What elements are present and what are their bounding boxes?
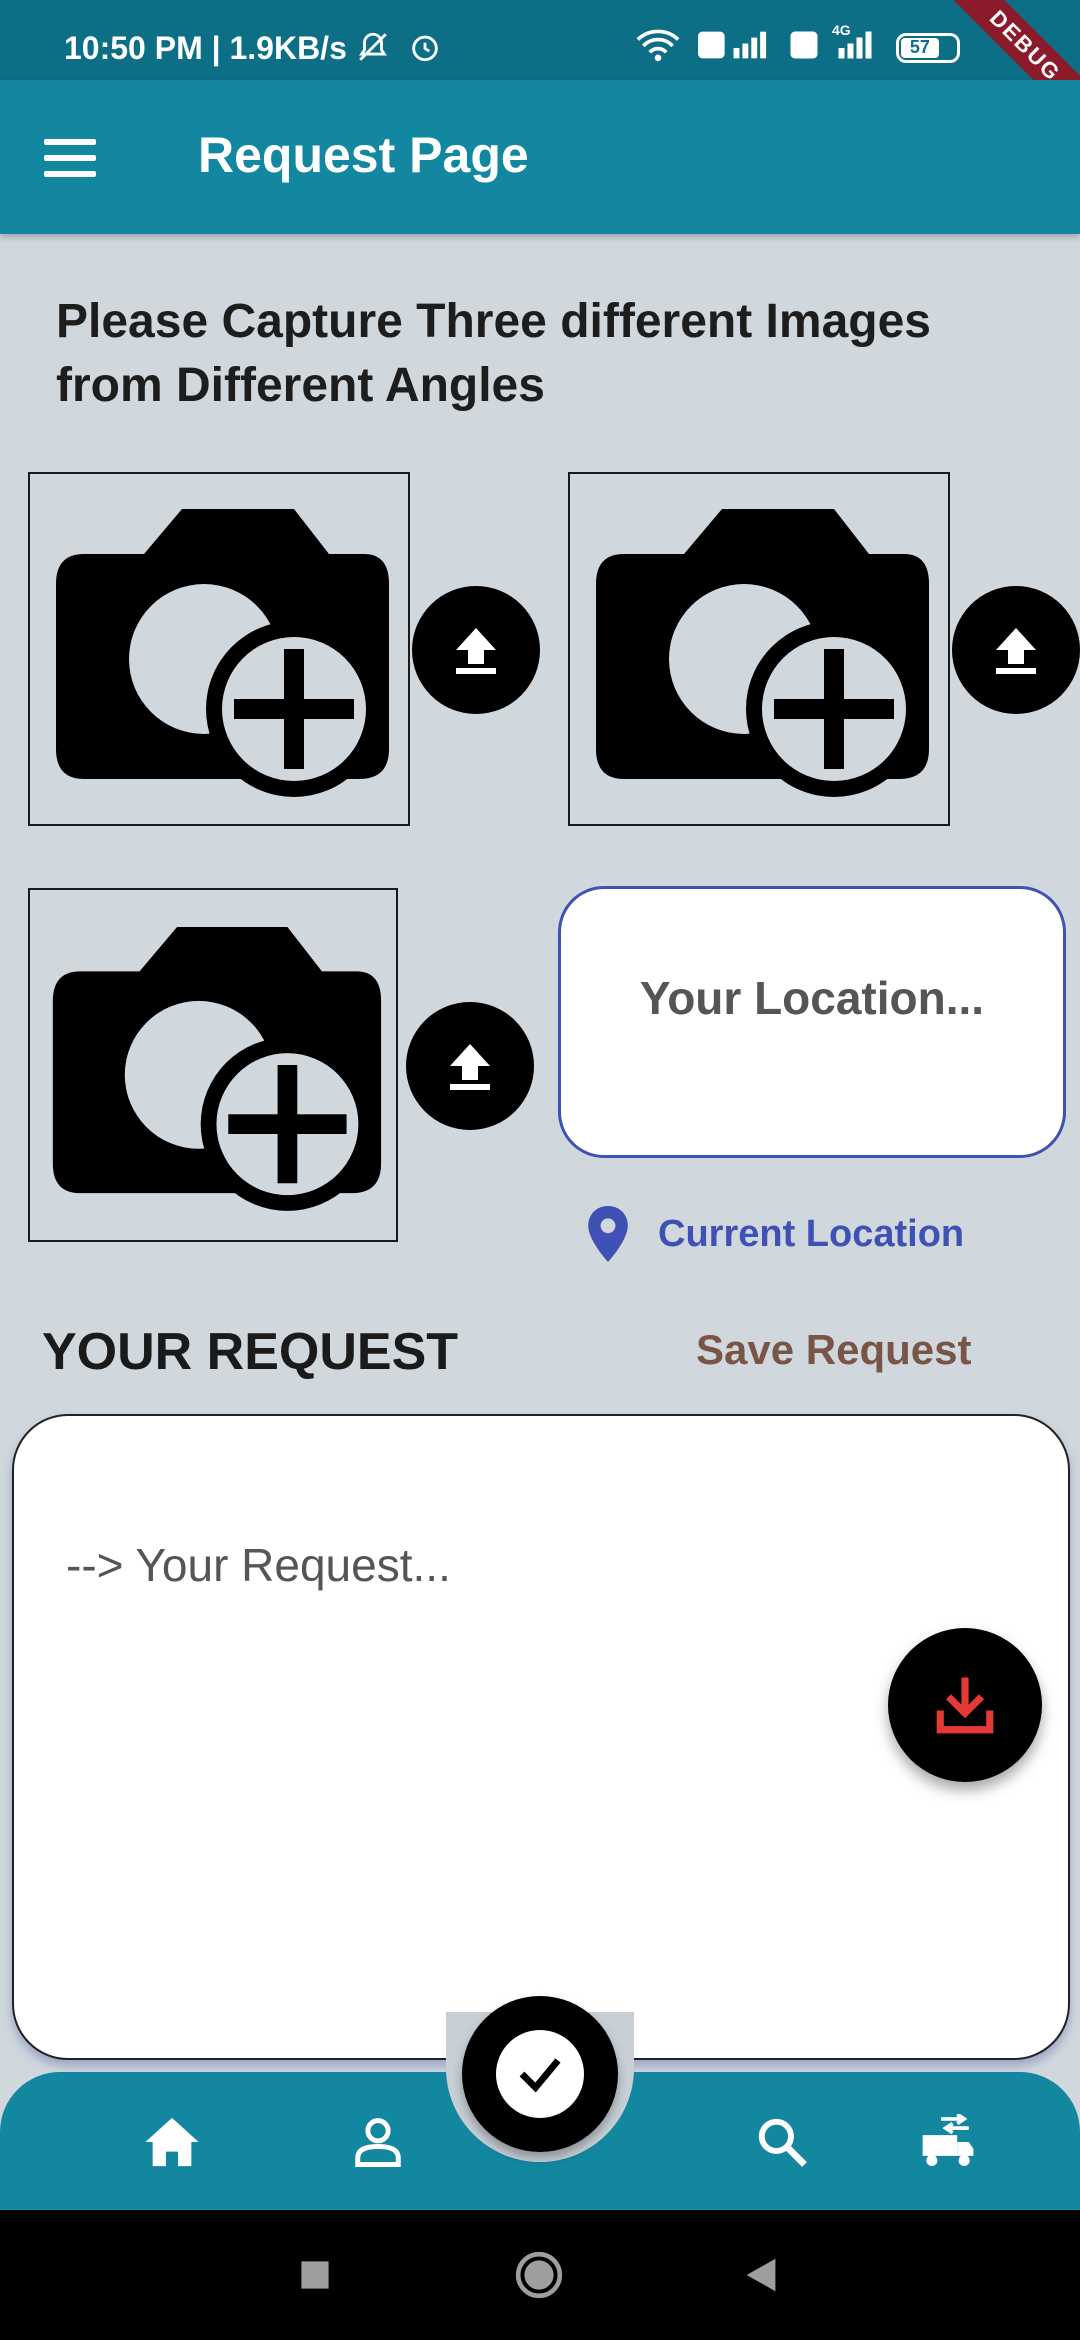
transport-icon — [922, 2114, 974, 2166]
alarm-icon — [408, 30, 442, 69]
location-field[interactable]: Your Location... — [558, 886, 1066, 1158]
wifi-icon — [636, 28, 680, 67]
menu-icon[interactable] — [44, 126, 108, 190]
check-icon — [519, 2058, 561, 2093]
download-button[interactable] — [888, 1628, 1042, 1782]
home-icon — [145, 2117, 199, 2167]
square-icon — [301, 2261, 329, 2289]
system-navigation — [0, 2210, 1080, 2340]
volte-icon — [698, 30, 772, 65]
download-icon — [936, 1677, 994, 1734]
back-triangle-icon — [746, 2258, 776, 2292]
submit-button[interactable] — [462, 1996, 618, 2152]
request-heading: YOUR REQUEST — [42, 1323, 459, 1381]
nav-profile[interactable] — [338, 2102, 418, 2182]
image-capture-3[interactable] — [28, 888, 398, 1242]
recents-button[interactable] — [290, 2250, 340, 2300]
app-bar: Request Page — [0, 80, 1080, 234]
add-photo-icon — [52, 927, 381, 1211]
upload-button-3[interactable] — [406, 1002, 534, 1130]
image-capture-2[interactable] — [568, 472, 950, 826]
location-placeholder: Your Location... — [639, 972, 985, 1024]
nav-transport[interactable] — [908, 2102, 988, 2182]
check-circle — [496, 2030, 584, 2118]
upload-button-1[interactable] — [412, 586, 540, 714]
nav-home[interactable] — [132, 2102, 212, 2182]
capture-instruction: Please Capture Three different Images fr… — [56, 295, 931, 412]
search-icon — [758, 2118, 807, 2167]
mute-icon — [356, 30, 390, 69]
nav-search[interactable] — [742, 2102, 822, 2182]
save-request-button[interactable]: Save Request — [696, 1326, 971, 1374]
battery-icon: 57 — [896, 32, 960, 63]
upload-button-2[interactable] — [952, 586, 1080, 714]
request-placeholder: --> Your Request... — [66, 1539, 451, 1591]
battery-level: 57 — [901, 37, 939, 58]
status-icons: 4G 57 — [636, 22, 960, 67]
circle-icon — [515, 2251, 563, 2299]
add-photo-icon — [56, 509, 389, 797]
person-icon — [355, 2118, 401, 2167]
status-bar: 10:50 PM | 1.9KB/s 4G 57 DEBUG — [0, 0, 1080, 133]
network-type: 4G — [832, 22, 851, 38]
add-photo-icon — [596, 509, 929, 797]
upload-icon — [450, 1044, 490, 1090]
volte-icon: 4G — [790, 22, 878, 65]
current-location-button[interactable]: Current Location — [588, 1206, 964, 1262]
upload-icon — [996, 628, 1036, 674]
upload-icon — [456, 628, 496, 674]
image-capture-1[interactable] — [28, 472, 410, 826]
page-title: Request Page — [198, 127, 529, 183]
current-location-label: Current Location — [658, 1212, 965, 1255]
home-nav-button[interactable] — [514, 2250, 564, 2300]
location-pin-icon — [588, 1206, 628, 1262]
back-button[interactable] — [736, 2250, 786, 2300]
status-time: 10:50 PM | 1.9KB/s — [64, 30, 347, 66]
